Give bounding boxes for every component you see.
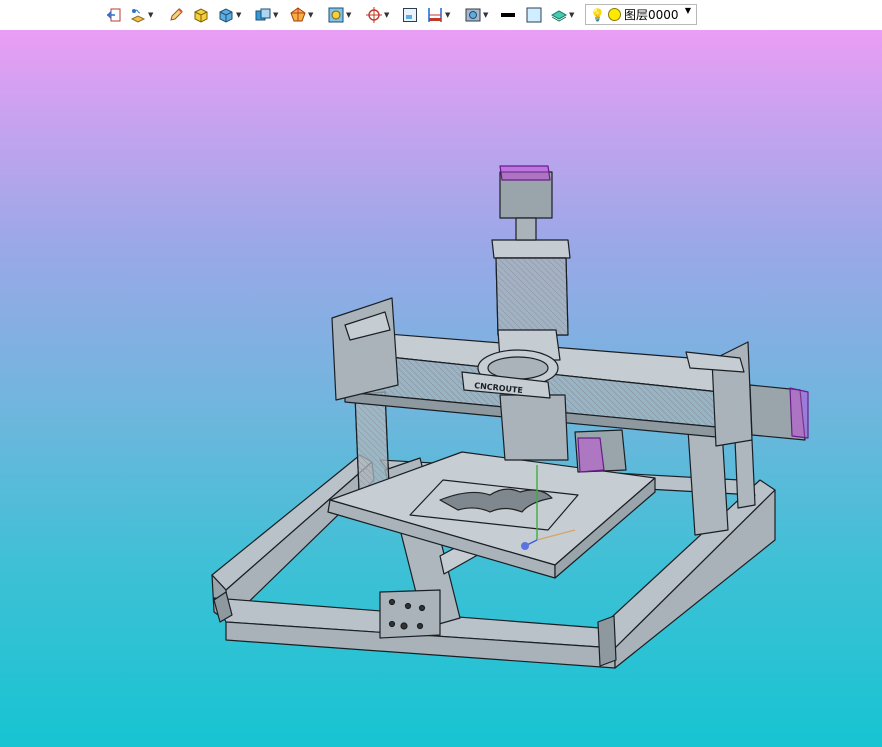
x-stepper-motor — [749, 384, 809, 441]
front-carriage-plate — [379, 589, 441, 639]
cnc-router-model: CNCROUTE — [211, 165, 809, 669]
gantry-left-plate — [331, 297, 399, 401]
z-stepper-motor — [499, 165, 553, 241]
y-stepper-motor — [574, 429, 627, 473]
